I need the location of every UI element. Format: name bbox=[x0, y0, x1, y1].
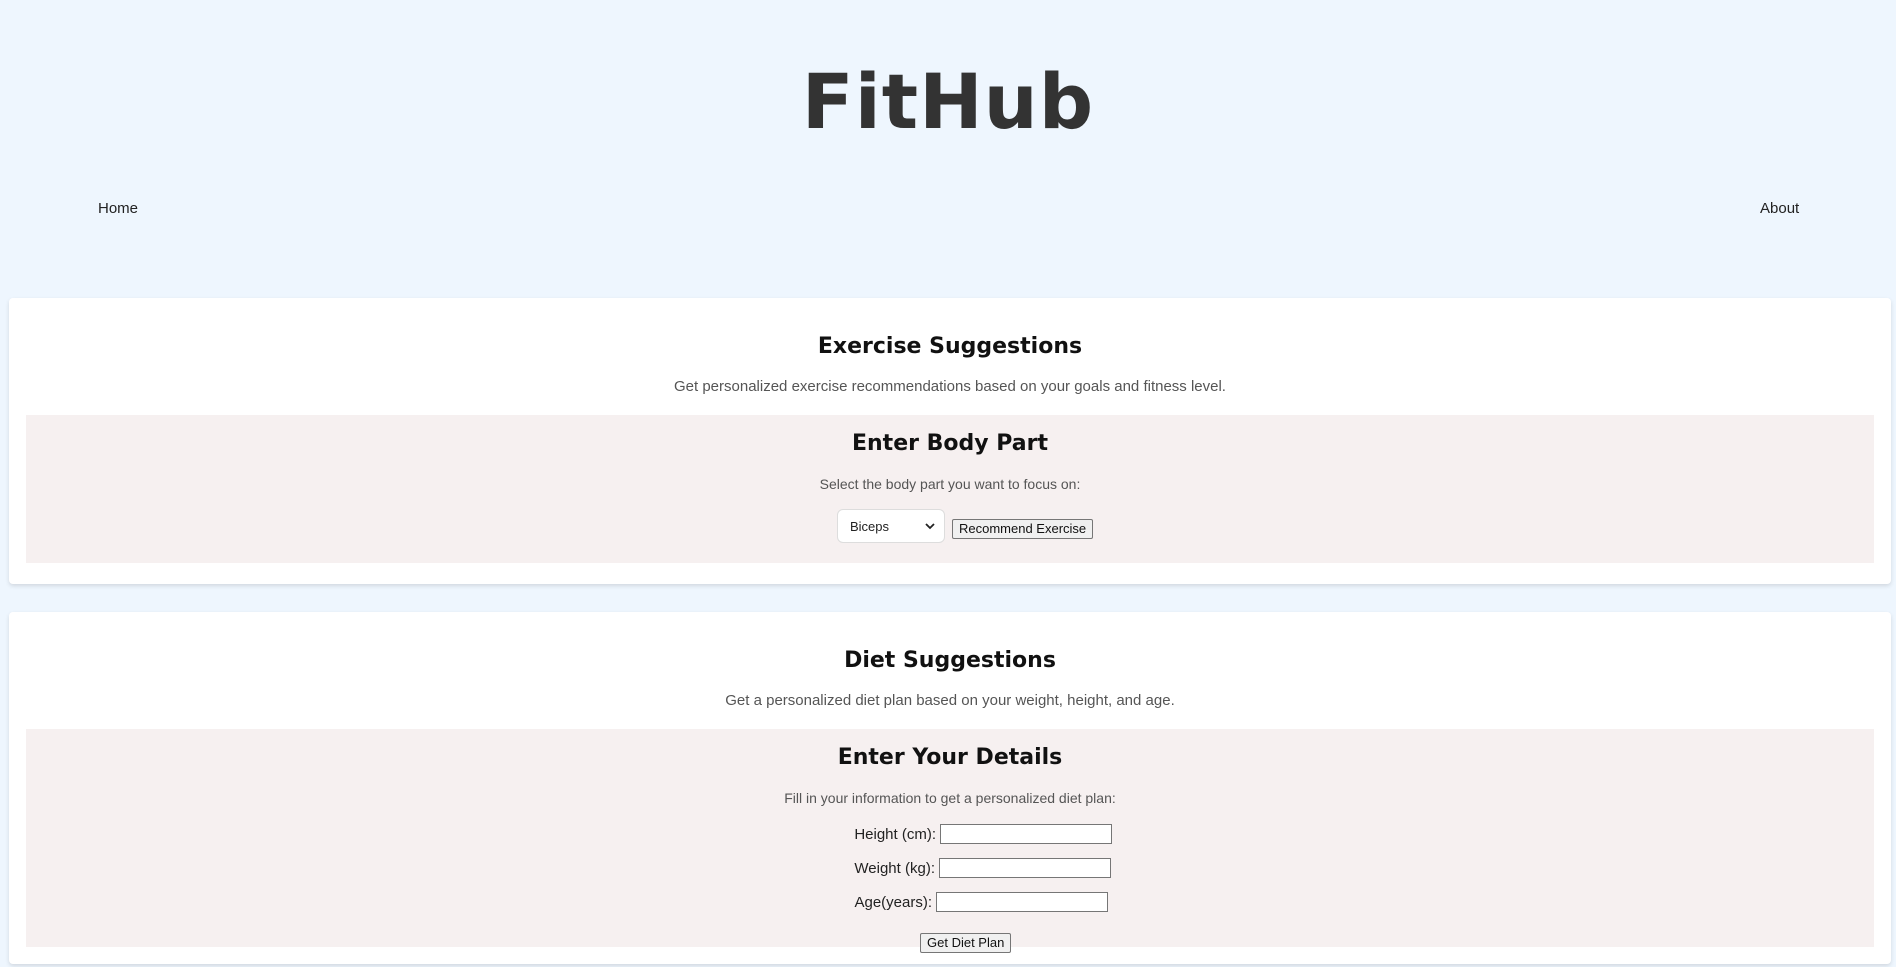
age-label: Age(years): bbox=[854, 894, 932, 911]
age-input[interactable] bbox=[936, 892, 1108, 912]
weight-field-row: Weight (kg): bbox=[26, 858, 1874, 880]
nav-about-link[interactable]: About bbox=[1760, 200, 1799, 217]
diet-title: Diet Suggestions bbox=[844, 648, 1056, 673]
weight-input[interactable] bbox=[939, 858, 1111, 878]
height-label: Height (cm): bbox=[854, 826, 936, 843]
body-part-select-value: Biceps bbox=[850, 519, 890, 534]
diet-description: Get a personalized diet plan based on yo… bbox=[725, 692, 1175, 709]
recommend-exercise-button[interactable]: Recommend Exercise bbox=[952, 519, 1094, 539]
height-field-row: Height (cm): bbox=[26, 824, 1874, 846]
body-part-title: Enter Body Part bbox=[851, 431, 1048, 456]
nav-home-link[interactable]: Home bbox=[98, 200, 138, 217]
height-input[interactable] bbox=[940, 824, 1112, 844]
chevron-down-icon bbox=[925, 523, 935, 530]
exercise-title: Exercise Suggestions bbox=[817, 334, 1083, 359]
details-title: Enter Your Details bbox=[837, 745, 1063, 770]
age-field-row: Age(years): bbox=[26, 892, 1874, 914]
diet-card: Diet Suggestions Get a personalized diet… bbox=[9, 612, 1891, 964]
exercise-description: Get personalized exercise recommendation… bbox=[674, 378, 1226, 395]
body-part-description: Select the body part you want to focus o… bbox=[819, 476, 1081, 492]
details-panel: Enter Your Details Fill in your informat… bbox=[26, 729, 1874, 953]
page: FitHub Home About Exercise Suggestions G… bbox=[0, 0, 1896, 967]
brand-title: FitHub bbox=[801, 57, 1095, 146]
weight-label: Weight (kg): bbox=[854, 860, 935, 877]
body-part-select[interactable]: Biceps bbox=[837, 509, 945, 543]
details-description: Fill in your information to get a person… bbox=[784, 790, 1116, 806]
exercise-card: Exercise Suggestions Get personalized ex… bbox=[9, 298, 1891, 584]
body-part-panel: Enter Body Part Select the body part you… bbox=[26, 415, 1874, 563]
get-diet-plan-button[interactable]: Get Diet Plan bbox=[920, 933, 1012, 953]
